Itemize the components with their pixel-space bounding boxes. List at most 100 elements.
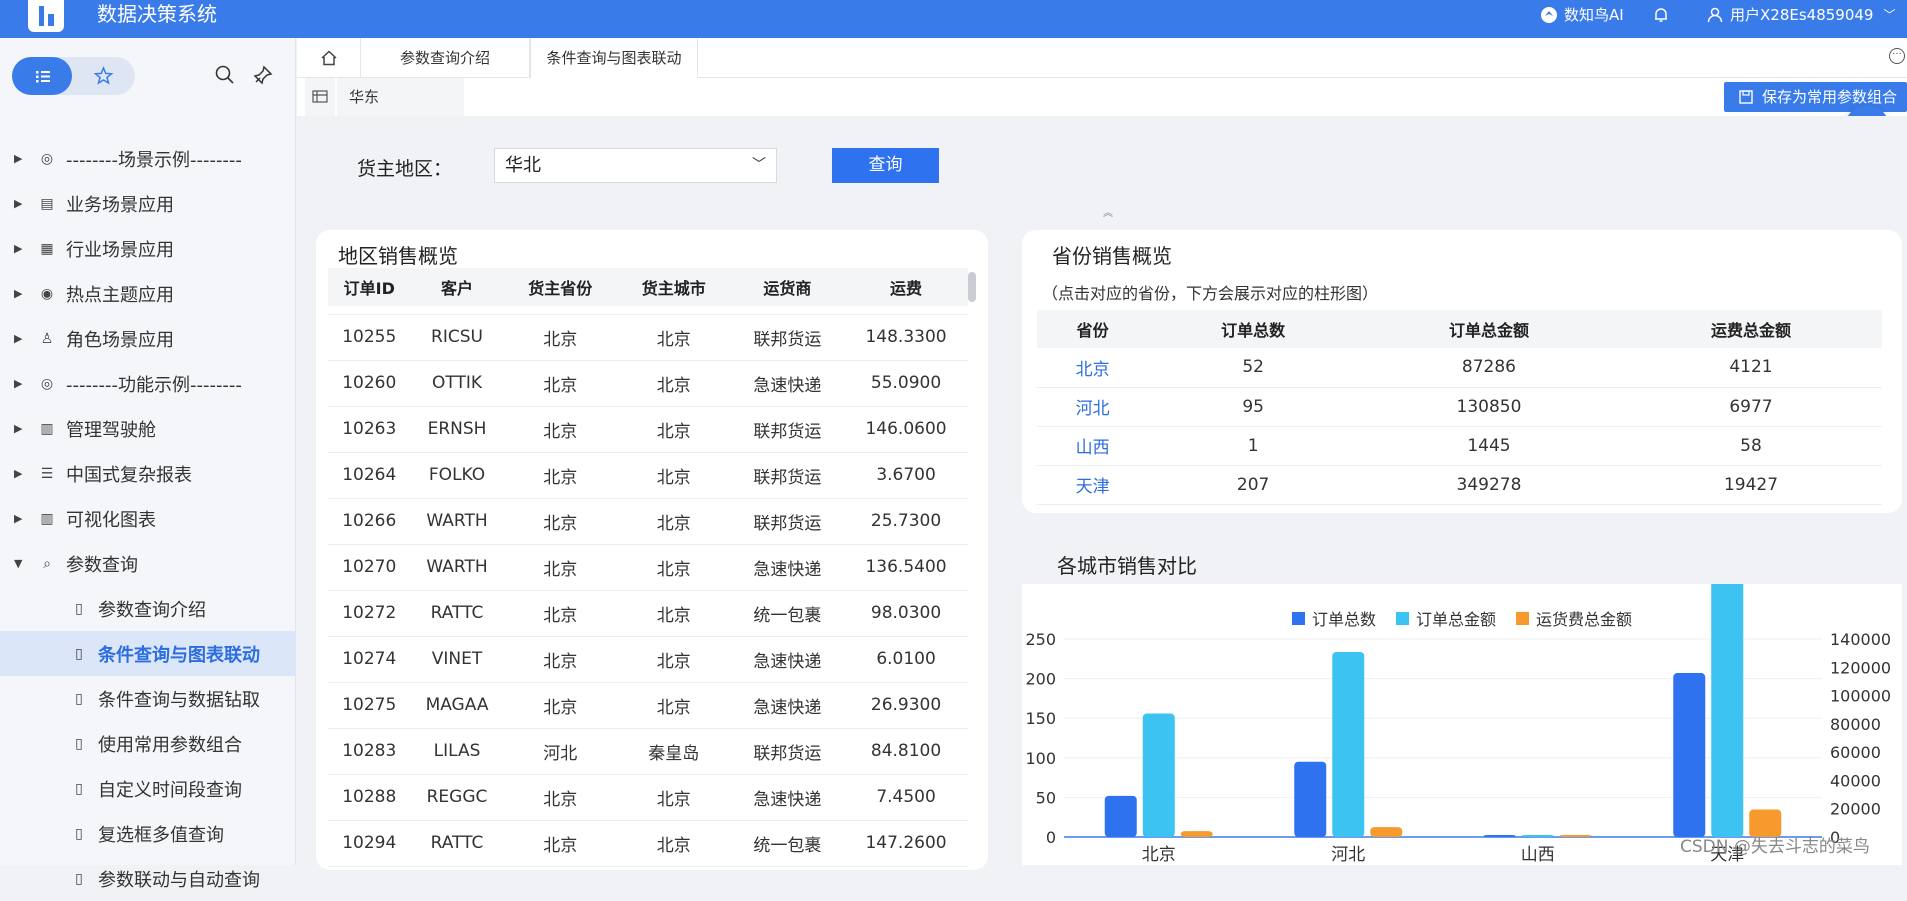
table-row[interactable]: 10264 FOLKO 北京 北京 联邦货运 3.6700 [328, 452, 968, 499]
table-row[interactable]: 10255 RICSU 北京 北京 联邦货运 148.3300 [328, 314, 968, 361]
star-icon [93, 66, 114, 85]
table-row[interactable]: 天津 207 349278 19427 [1037, 465, 1882, 505]
sidebar-item-complex-report[interactable]: ▶ ☰ 中国式复杂报表 [0, 451, 296, 496]
tab-home[interactable] [297, 38, 361, 78]
y-right-tick-label: 140000 [1830, 630, 1891, 649]
table-cell: 北京 [503, 590, 618, 637]
collapse-filter-icon[interactable]: ︽ [1103, 204, 1113, 219]
table-cell: 10288 [328, 774, 411, 821]
column-header[interactable]: 省份 [1037, 310, 1149, 348]
table-cell: 84.8100 [844, 728, 968, 775]
sidebar-pin-button[interactable] [252, 64, 274, 86]
sidebar-item-visual-charts[interactable]: ▶ ▥ 可视化图表 [0, 496, 296, 541]
table-row[interactable]: 河北 95 130850 6977 [1037, 387, 1882, 427]
table-cell: 10272 [328, 590, 411, 637]
table-cell: WARTH [410, 544, 504, 591]
tab-chart-linkage[interactable]: 条件查询与图表联动 [530, 38, 698, 78]
province-link[interactable]: 河北 [1037, 387, 1149, 427]
table-row[interactable]: 10266 WARTH 北京 北京 联邦货运 25.7300 [328, 498, 968, 545]
notification-button[interactable] [1652, 4, 1670, 26]
param-panel-toggle[interactable] [305, 78, 335, 116]
sidebar-subitem-checkbox[interactable]: ▯ 复选框多值查询 [0, 811, 296, 856]
table-row[interactable]: 10274 VINET 北京 北京 急速快递 6.0100 [328, 636, 968, 683]
table-cell: 58 [1619, 426, 1882, 466]
query-button[interactable]: 查询 [832, 148, 939, 183]
sidebar-item-roles[interactable]: ▶ ♙ 角色场景应用 [0, 316, 296, 361]
column-header[interactable]: 运费 [844, 268, 968, 306]
column-header[interactable]: 订单ID [328, 268, 411, 306]
sidebar: ▶ ◎ --------场景示例-------- ▶ ▤ 业务场景应用 ▶ ▦ 行业场景应用… [0, 38, 296, 891]
param-group-tab[interactable]: 华东 [337, 78, 464, 116]
more-tabs-icon[interactable]: ··· [1889, 48, 1905, 64]
ai-assistant-button[interactable]: 数知鸟AI [1540, 4, 1624, 26]
table-cell: 10283 [328, 728, 411, 775]
table-row[interactable]: 10294 RATTC 北京 北京 统一包裹 147.2600 [328, 820, 968, 867]
save-param-combo-label: 保存为常用参数组合 [1762, 88, 1898, 106]
sidebar-subitem-param-combo[interactable]: ▯ 使用常用参数组合 [0, 721, 296, 766]
sidebar-item-feature-divider[interactable]: ▶ ◎ --------功能示例-------- [0, 361, 296, 406]
y-right-tick-label: 80000 [1830, 715, 1881, 734]
table-row[interactable]: 10288 REGGC 北京 北京 急速快递 7.4500 [328, 774, 968, 821]
column-header[interactable]: 运费总金额 [1619, 310, 1882, 348]
sidebar-item-label: 条件查询与图表联动 [98, 644, 260, 666]
column-header[interactable]: 订单总金额 [1357, 310, 1620, 348]
app-logo [28, 0, 64, 32]
sidebar-item-cockpit[interactable]: ▶ ▥ 管理驾驶舱 [0, 406, 296, 451]
province-link[interactable]: 山西 [1037, 426, 1149, 466]
table-cell: 98.0300 [844, 590, 968, 637]
table-cell: 10294 [328, 820, 411, 867]
table-cell: 52 [1148, 348, 1358, 388]
menu-list-button[interactable] [12, 57, 72, 95]
y-right-tick-label: 40000 [1830, 771, 1881, 790]
scene-icon: ◎ [40, 375, 54, 392]
table-cell: 河北 [503, 728, 618, 775]
sidebar-subitem-chart-linkage[interactable]: ▯ 条件查询与图表联动 [0, 631, 296, 676]
sidebar-item-industry[interactable]: ▶ ▦ 行业场景应用 [0, 226, 296, 271]
sidebar-subitem-custom-time[interactable]: ▯ 自定义时间段查询 [0, 766, 296, 811]
table-row[interactable]: 山西 1 1445 58 [1037, 426, 1882, 466]
caret-right-icon: ▶ [14, 287, 23, 300]
bar-2-2 [1559, 835, 1592, 837]
document-icon: ▯ [75, 735, 83, 752]
sidebar-subitem-auto-query[interactable]: ▯ 参数联动与自动查询 [0, 856, 296, 901]
province-link[interactable]: 北京 [1037, 348, 1149, 388]
sidebar-item-business[interactable]: ▶ ▤ 业务场景应用 [0, 181, 296, 226]
table-cell: RATTC [410, 820, 504, 867]
sidebar-subitem-intro[interactable]: ▯ 参数查询介绍 [0, 586, 296, 631]
table-scrollbar[interactable] [968, 272, 976, 302]
province-link[interactable]: 天津 [1037, 465, 1149, 505]
region-select[interactable]: 华北 ﹀ [494, 148, 777, 183]
column-header[interactable]: 货主省份 [503, 268, 618, 306]
sidebar-item-hot-topics[interactable]: ▶ ◉ 热点主题应用 [0, 271, 296, 316]
sidebar-item-label: 参数查询介绍 [98, 599, 206, 621]
tab-param-intro[interactable]: 参数查询介绍 [361, 38, 530, 78]
document-icon: ▯ [75, 825, 83, 842]
table-row[interactable]: 10275 MAGAA 北京 北京 急速快递 26.9300 [328, 682, 968, 729]
column-header[interactable]: 客户 [410, 268, 504, 306]
table-cell: 秦皇岛 [617, 728, 731, 775]
sidebar-search-button[interactable] [214, 64, 236, 86]
x-tick-label: 山西 [1521, 845, 1555, 865]
city-chart-card: 订单总数 订单总金额 运货费总金额 0 50 100 150 200 250 0 20000 400… [1022, 584, 1902, 865]
sidebar-subitem-drill-down[interactable]: ▯ 条件查询与数据钻取 [0, 676, 296, 721]
table-row[interactable]: 10272 RATTC 北京 北京 统一包裹 98.0300 [328, 590, 968, 637]
column-header[interactable]: 货主城市 [617, 268, 731, 306]
table-row[interactable]: 10260 OTTIK 北京 北京 急速快递 55.0900 [328, 360, 968, 407]
table-row[interactable]: 10283 LILAS 河北 秦皇岛 联邦货运 84.8100 [328, 728, 968, 775]
user-menu[interactable]: 用户X28Es4859049 ﹀ [1706, 4, 1895, 26]
column-header[interactable]: 运货商 [730, 268, 845, 306]
sidebar-item-label: 条件查询与数据钻取 [98, 689, 260, 711]
column-header[interactable]: 订单总数 [1148, 310, 1358, 348]
caret-right-icon: ▶ [14, 512, 23, 525]
table-cell: 349278 [1357, 465, 1620, 505]
table-row[interactable]: 北京 52 87286 4121 [1037, 348, 1882, 388]
table-cell: 北京 [503, 452, 618, 499]
sidebar-item-scene-divider[interactable]: ▶ ◎ --------场景示例-------- [0, 136, 296, 181]
table-row[interactable]: 10263 ERNSH 北京 北京 联邦货运 146.0600 [328, 406, 968, 453]
table-cell: FOLKO [410, 452, 504, 499]
table-row[interactable]: 10270 WARTH 北京 北京 急速快递 136.5400 [328, 544, 968, 591]
sidebar-item-param-query[interactable]: ▼ ⌕ 参数查询 [0, 541, 296, 586]
favorites-button[interactable] [72, 57, 135, 95]
tab-bar: 参数查询介绍 条件查询与图表联动 ··· [297, 38, 1907, 78]
user-list-icon: ♙ [40, 330, 54, 347]
